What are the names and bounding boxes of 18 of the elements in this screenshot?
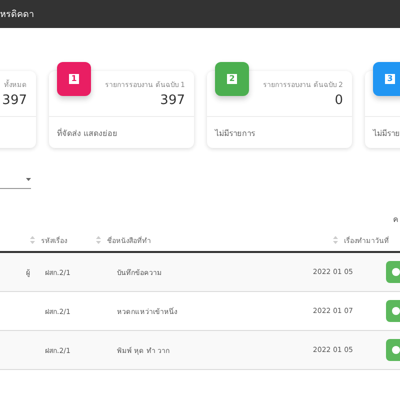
sort-icon[interactable] bbox=[96, 236, 101, 244]
circle-icon bbox=[392, 268, 400, 276]
sort-icon[interactable] bbox=[30, 236, 35, 244]
card-value: 0 bbox=[334, 93, 343, 108]
sort-icon[interactable] bbox=[333, 236, 338, 244]
card-footer: ไม่มีรายการ bbox=[207, 117, 352, 140]
app-title: หรดิคดา bbox=[0, 8, 34, 21]
card-footer: ที่จัดส่ง แสดงย่อย bbox=[49, 117, 194, 140]
circle-icon bbox=[392, 307, 400, 315]
card-value: 397 bbox=[160, 93, 185, 108]
circle-icon bbox=[392, 346, 400, 354]
badge-number: 3 bbox=[385, 74, 395, 84]
caret-icon bbox=[26, 178, 31, 181]
card-footer: ไม่มีราย bbox=[365, 117, 400, 140]
badge-number: 2 bbox=[227, 74, 237, 84]
badge-number: 1 bbox=[69, 74, 79, 84]
card-value: 397 bbox=[2, 93, 27, 108]
search-label: ค bbox=[393, 214, 398, 226]
